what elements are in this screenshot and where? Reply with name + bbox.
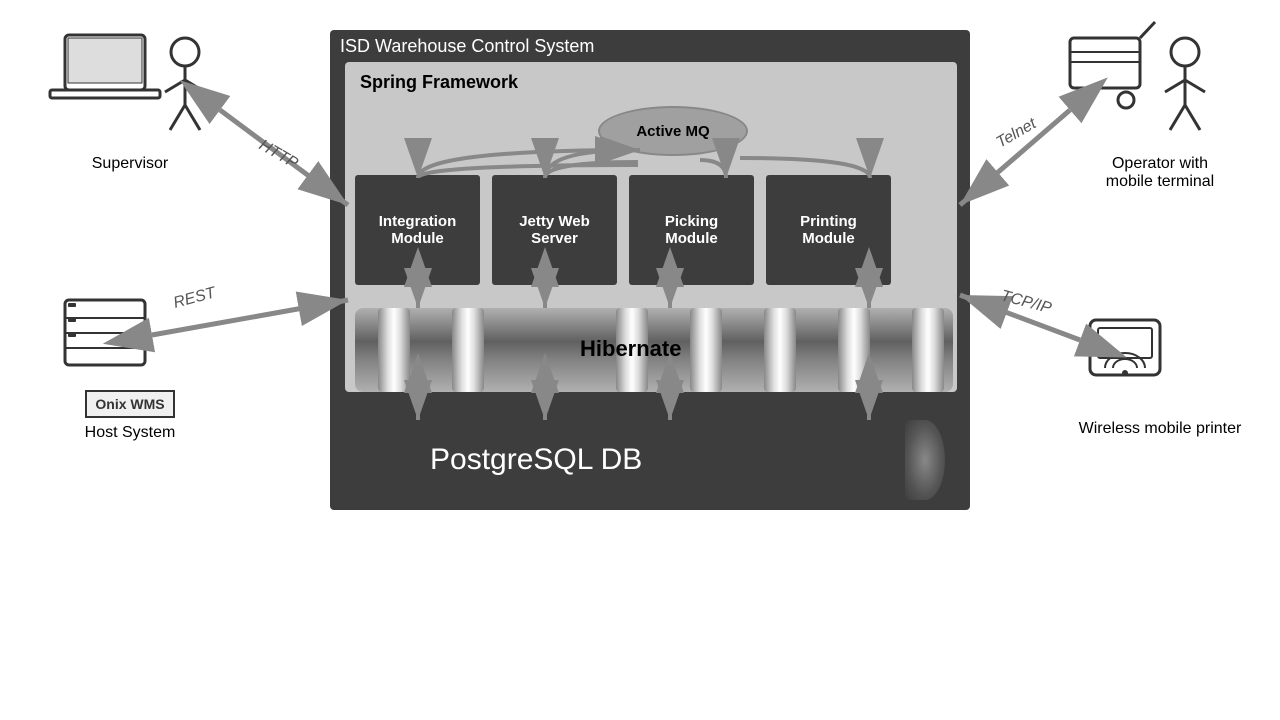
host-label-container: Onix WMS Host System — [50, 390, 210, 442]
operator-label-container: Operator withmobile terminal — [1060, 155, 1260, 191]
barrel-connector-5 — [764, 308, 796, 392]
barrel-connector-4 — [690, 308, 722, 392]
host-system-label: Host System — [85, 424, 176, 441]
printer-label-container: Wireless mobile printer — [1060, 420, 1260, 438]
svg-text:Telnet: Telnet — [994, 115, 1040, 151]
wcs-title: ISD Warehouse Control System — [340, 36, 594, 57]
barrel-connector-6 — [838, 308, 870, 392]
postgres-label: PostgreSQL DB — [430, 443, 642, 477]
supervisor-label-container: Supervisor — [50, 155, 210, 173]
supervisor-label: Supervisor — [92, 155, 168, 172]
operator-label: Operator withmobile terminal — [1106, 155, 1214, 190]
barrel-connector-2 — [452, 308, 484, 392]
active-mq-ellipse: Active MQ — [598, 106, 748, 156]
spring-label: Spring Framework — [360, 72, 518, 93]
barrel-connector-1 — [378, 308, 410, 392]
postgres-end-cap — [905, 420, 945, 500]
svg-text:HTTP: HTTP — [256, 137, 301, 173]
hibernate-label: Hibernate — [580, 336, 681, 362]
jetty-module-box: Jetty WebServer — [492, 175, 617, 285]
architecture-diagram: ISD Warehouse Control System Spring Fram… — [0, 0, 1280, 720]
host-onix-badge: Onix WMS — [85, 390, 174, 418]
svg-text:TCP/IP: TCP/IP — [999, 287, 1054, 317]
svg-text:REST: REST — [172, 284, 219, 312]
integration-module-box: IntegrationModule — [355, 175, 480, 285]
modules-row: IntegrationModule Jetty WebServer Pickin… — [355, 175, 891, 285]
printer-entity-label: Wireless mobile printer — [1079, 420, 1242, 437]
printing-module-box: PrintingModule — [766, 175, 891, 285]
picking-module-box: PickingModule — [629, 175, 754, 285]
barrel-connector-7 — [912, 308, 944, 392]
